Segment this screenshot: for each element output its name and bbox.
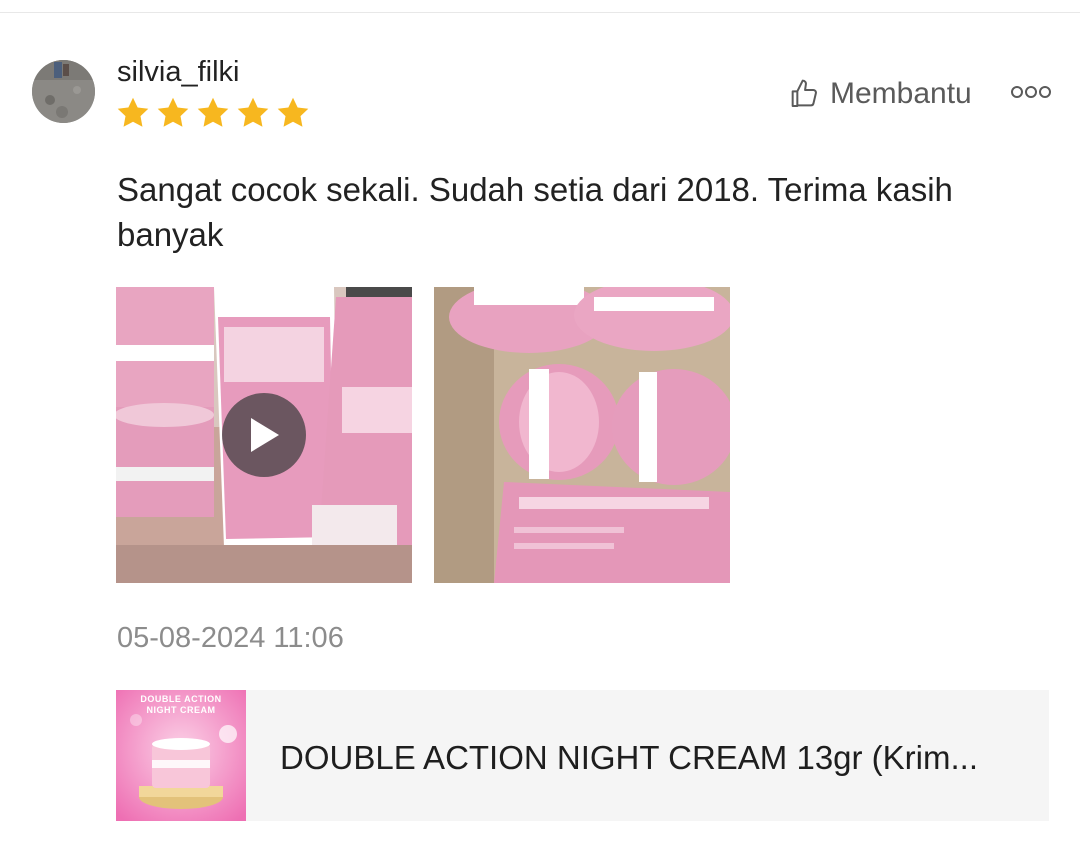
review-video-thumbnail[interactable] xyxy=(116,287,412,583)
thumb-caption-line1: DOUBLE ACTION xyxy=(140,694,222,704)
product-thumbnail-caption: DOUBLE ACTION NIGHT CREAM xyxy=(116,694,246,716)
reviewer-username[interactable]: silvia_filki xyxy=(117,54,239,90)
review-photo-thumbnail[interactable] xyxy=(434,287,730,583)
review-text: Sangat cocok sekali. Sudah setia dari 20… xyxy=(117,171,953,253)
product-name: DOUBLE ACTION NIGHT CREAM 13gr (Krim... xyxy=(280,739,978,776)
more-options-icon xyxy=(1011,86,1051,98)
divider xyxy=(0,12,1080,13)
play-icon xyxy=(251,418,279,452)
star-icon xyxy=(197,97,229,127)
helpful-button[interactable]: Membantu xyxy=(788,74,972,114)
more-options-button[interactable] xyxy=(1008,80,1054,104)
product-thumbnail: DOUBLE ACTION NIGHT CREAM xyxy=(116,690,246,821)
helpful-label: Membantu xyxy=(830,77,972,110)
product-link-card[interactable]: DOUBLE ACTION NIGHT CREAM DOUBLE ACTION … xyxy=(116,690,1049,821)
review-timestamp: 05-08-2024 11:06 xyxy=(117,622,344,654)
thumb-caption-line2: NIGHT CREAM xyxy=(146,705,216,715)
star-icon xyxy=(237,97,269,127)
thumbs-up-icon xyxy=(791,79,817,107)
play-button[interactable] xyxy=(222,393,306,477)
star-icon xyxy=(117,97,149,127)
star-icon xyxy=(157,97,189,127)
review-card: silvia_filki Membantu Sangat cocok sekal… xyxy=(0,0,1080,850)
star-icon xyxy=(277,97,309,127)
avatar[interactable] xyxy=(32,60,95,123)
star-rating xyxy=(115,95,311,131)
